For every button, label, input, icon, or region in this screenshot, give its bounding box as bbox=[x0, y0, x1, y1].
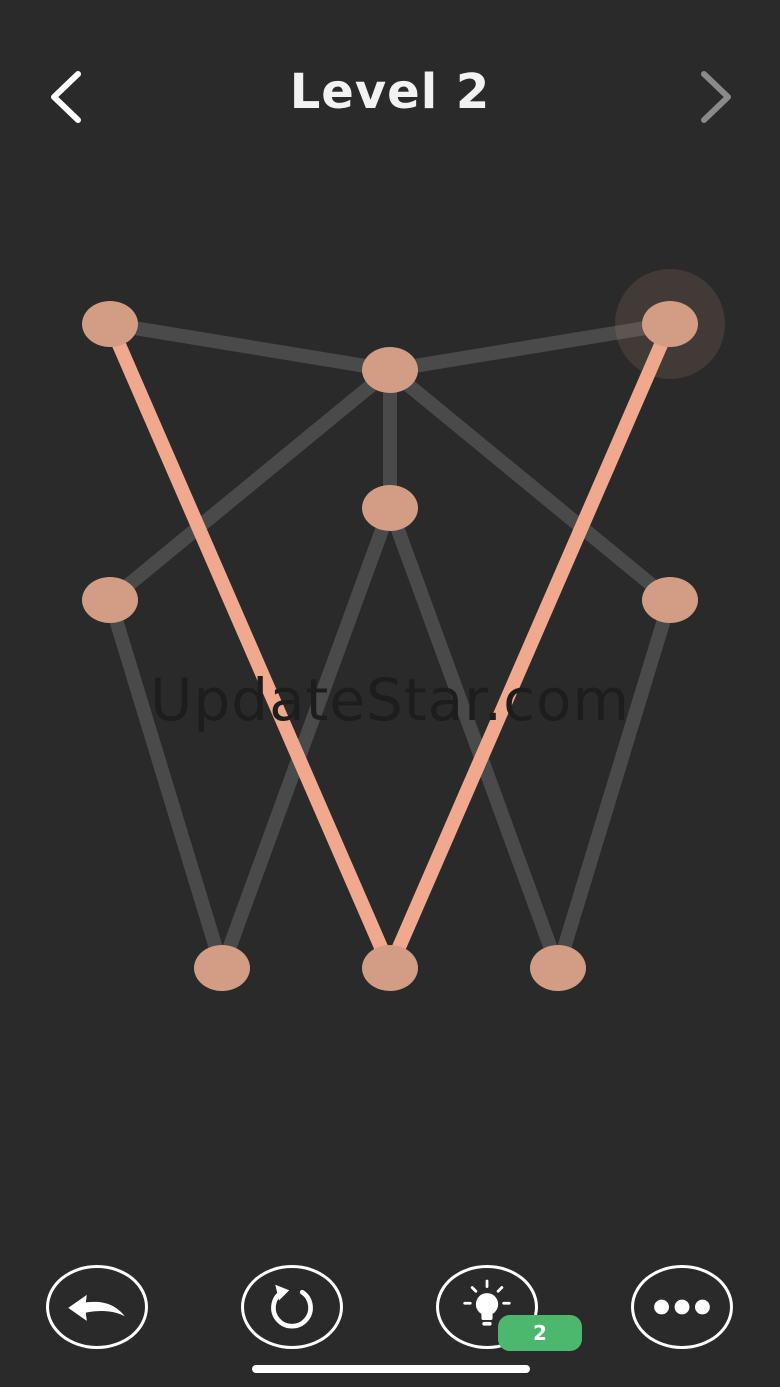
more-button[interactable] bbox=[631, 1265, 733, 1349]
more-dots-icon bbox=[654, 1299, 710, 1315]
home-indicator bbox=[252, 1365, 530, 1373]
node-top-center[interactable] bbox=[362, 347, 418, 393]
node-top-right[interactable] bbox=[642, 301, 698, 347]
edge-bottom-right-to-mid-right bbox=[551, 593, 677, 975]
undo-arrow-icon bbox=[68, 1294, 125, 1321]
restart-icon bbox=[271, 1284, 313, 1329]
node-middle[interactable] bbox=[362, 485, 418, 531]
node-bottom-left[interactable] bbox=[194, 945, 250, 991]
hint-count-badge: 2 bbox=[498, 1315, 582, 1351]
edge-top-left-to-top-center bbox=[103, 317, 397, 377]
node-mid-left[interactable] bbox=[82, 577, 138, 623]
edge-mid-left-to-bottom-left bbox=[103, 593, 229, 975]
undo-button[interactable] bbox=[46, 1265, 148, 1349]
node-bottom-center[interactable] bbox=[362, 945, 418, 991]
node-mid-right[interactable] bbox=[642, 577, 698, 623]
node-bottom-right[interactable] bbox=[530, 945, 586, 991]
node-top-left[interactable] bbox=[82, 301, 138, 347]
restart-button[interactable] bbox=[241, 1265, 343, 1349]
watermark: UpdateStar.com bbox=[150, 666, 630, 734]
